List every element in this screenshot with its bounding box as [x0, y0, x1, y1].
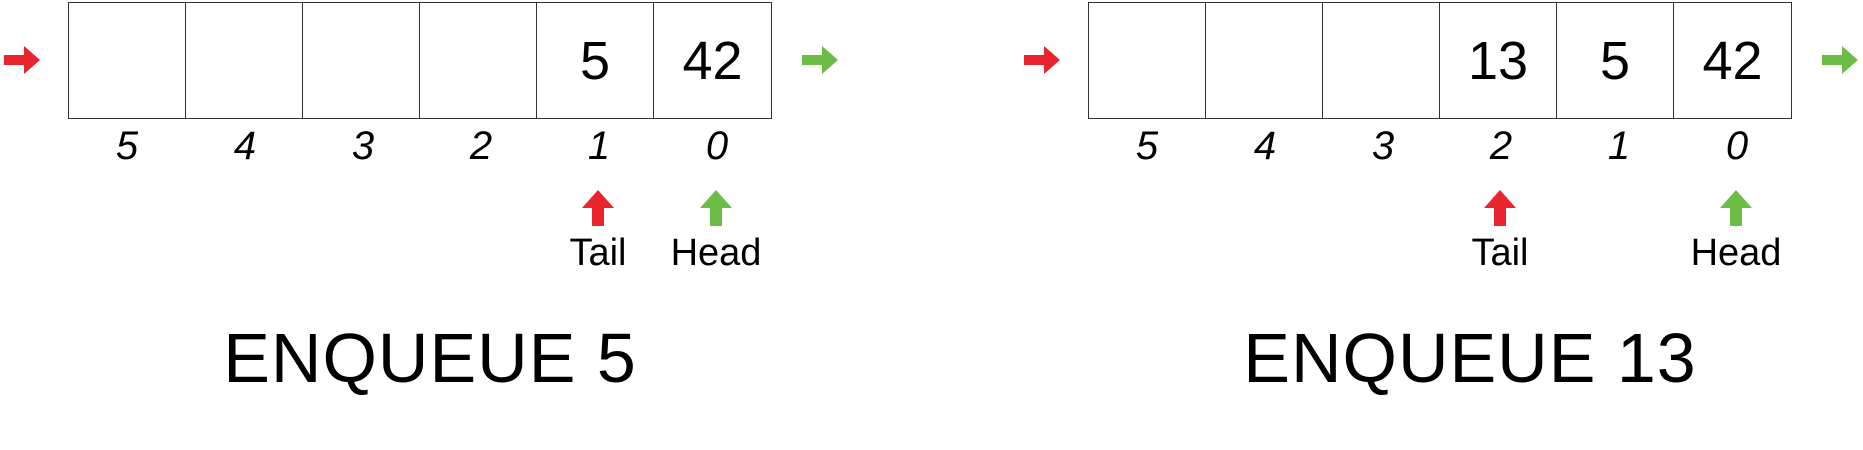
- index-label: 3: [1371, 124, 1395, 168]
- tail-label: Tail: [569, 232, 627, 274]
- head-pointer: Head: [656, 188, 776, 275]
- index-label: 3: [351, 124, 375, 168]
- enqueue-5-panel: 5 42 5 4 3 2 1 0 Tail Head ENQUEUE 5: [0, 0, 900, 450]
- queue-cell-4: [186, 3, 303, 118]
- queue-cell-5: [69, 3, 186, 118]
- tail-label: Tail: [1471, 232, 1529, 274]
- enqueue-13-panel: 13 5 42 5 4 3 2 1 0 Tail Head ENQUEUE 13: [1020, 0, 1863, 450]
- enqueue-input-arrow-icon: [4, 46, 40, 74]
- queue-cell-2: 13: [1440, 3, 1557, 118]
- tail-pointer: Tail: [538, 188, 658, 275]
- head-label: Head: [670, 232, 762, 274]
- queue-cell-0: 42: [1702, 30, 1763, 91]
- queue-cell-1: 5: [537, 3, 654, 118]
- enqueue-input-arrow-icon: [1024, 46, 1060, 74]
- index-label: 5: [1135, 124, 1159, 168]
- index-label: 0: [1725, 124, 1749, 168]
- index-label: 0: [705, 124, 729, 168]
- queue-array: 13 5 42: [1088, 2, 1792, 119]
- queue-array: 5 42: [68, 2, 772, 119]
- head-pointer: Head: [1676, 188, 1796, 275]
- queue-cell-3: [303, 3, 420, 118]
- index-label: 4: [233, 124, 257, 168]
- dequeue-output-arrow-icon: [1822, 46, 1858, 74]
- queue-cell-5: [1089, 3, 1206, 118]
- queue-cell-2: [420, 3, 537, 118]
- tail-pointer: Tail: [1440, 188, 1560, 275]
- index-label: 1: [1607, 124, 1631, 168]
- index-label: 2: [1489, 124, 1513, 168]
- index-label: 5: [115, 124, 139, 168]
- index-row: 5 4 3 2 1 0: [68, 124, 776, 169]
- head-up-arrow-icon: [700, 190, 732, 226]
- queue-cell-1: 5: [1557, 3, 1674, 118]
- head-label: Head: [1690, 232, 1782, 274]
- tail-up-arrow-icon: [582, 190, 614, 226]
- head-up-arrow-icon: [1720, 190, 1752, 226]
- tail-up-arrow-icon: [1484, 190, 1516, 226]
- index-label: 2: [469, 124, 493, 168]
- queue-cell-4: [1206, 3, 1323, 118]
- operation-title: ENQUEUE 13: [1243, 319, 1697, 397]
- operation-title: ENQUEUE 5: [223, 319, 637, 397]
- index-label: 4: [1253, 124, 1277, 168]
- dequeue-output-arrow-icon: [802, 46, 838, 74]
- queue-cell-3: [1323, 3, 1440, 118]
- index-row: 5 4 3 2 1 0: [1088, 124, 1796, 169]
- queue-cell-0: 42: [682, 30, 743, 91]
- index-label: 1: [587, 124, 611, 168]
